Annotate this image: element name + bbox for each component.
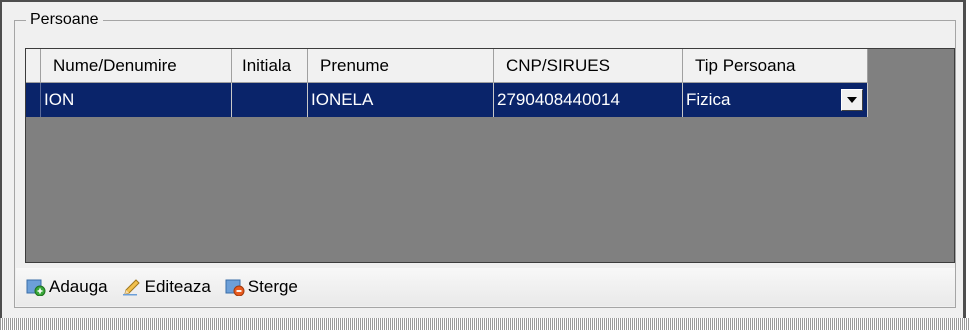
delete-icon [225,278,245,297]
column-header-cnp[interactable]: CNP/SIRUES [494,49,683,83]
table-row[interactable]: ION IONELA 2790408440014 Fizica [26,83,868,117]
delete-button[interactable]: Sterge [225,277,298,297]
column-header-initiala[interactable]: Initiala [232,49,308,83]
cell-nume[interactable]: ION [41,83,232,117]
add-icon [26,278,46,297]
cell-initiala[interactable] [232,83,308,117]
add-button-label: Adauga [49,277,108,296]
persons-grid[interactable]: Nume/Denumire Initiala Prenume CNP/SIRUE… [25,48,955,263]
column-header-prenume[interactable]: Prenume [308,49,494,83]
row-selector[interactable] [26,83,41,117]
grid-toolbar: Adauga Editeaza Sterge [16,268,955,306]
dropdown-button[interactable] [841,89,863,111]
edit-button[interactable]: Editeaza [122,277,211,297]
add-button[interactable]: Adauga [26,277,108,297]
pencil-icon [122,278,142,296]
bottom-border [0,318,970,330]
delete-button-label: Sterge [247,277,298,296]
chevron-down-icon [847,97,857,103]
cell-prenume[interactable]: IONELA [308,83,494,117]
grid-header-row: Nume/Denumire Initiala Prenume CNP/SIRUE… [26,49,868,83]
grid-corner-cell[interactable] [26,49,41,83]
edit-button-label: Editeaza [144,277,211,296]
cell-tip-combobox[interactable]: Fizica [683,83,868,117]
column-header-tip[interactable]: Tip Persoana [683,49,868,83]
column-header-nume[interactable]: Nume/Denumire [41,49,232,83]
cell-cnp[interactable]: 2790408440014 [494,83,683,117]
groupbox-title: Persoane [26,10,103,30]
cell-tip-value: Fizica [686,90,731,109]
